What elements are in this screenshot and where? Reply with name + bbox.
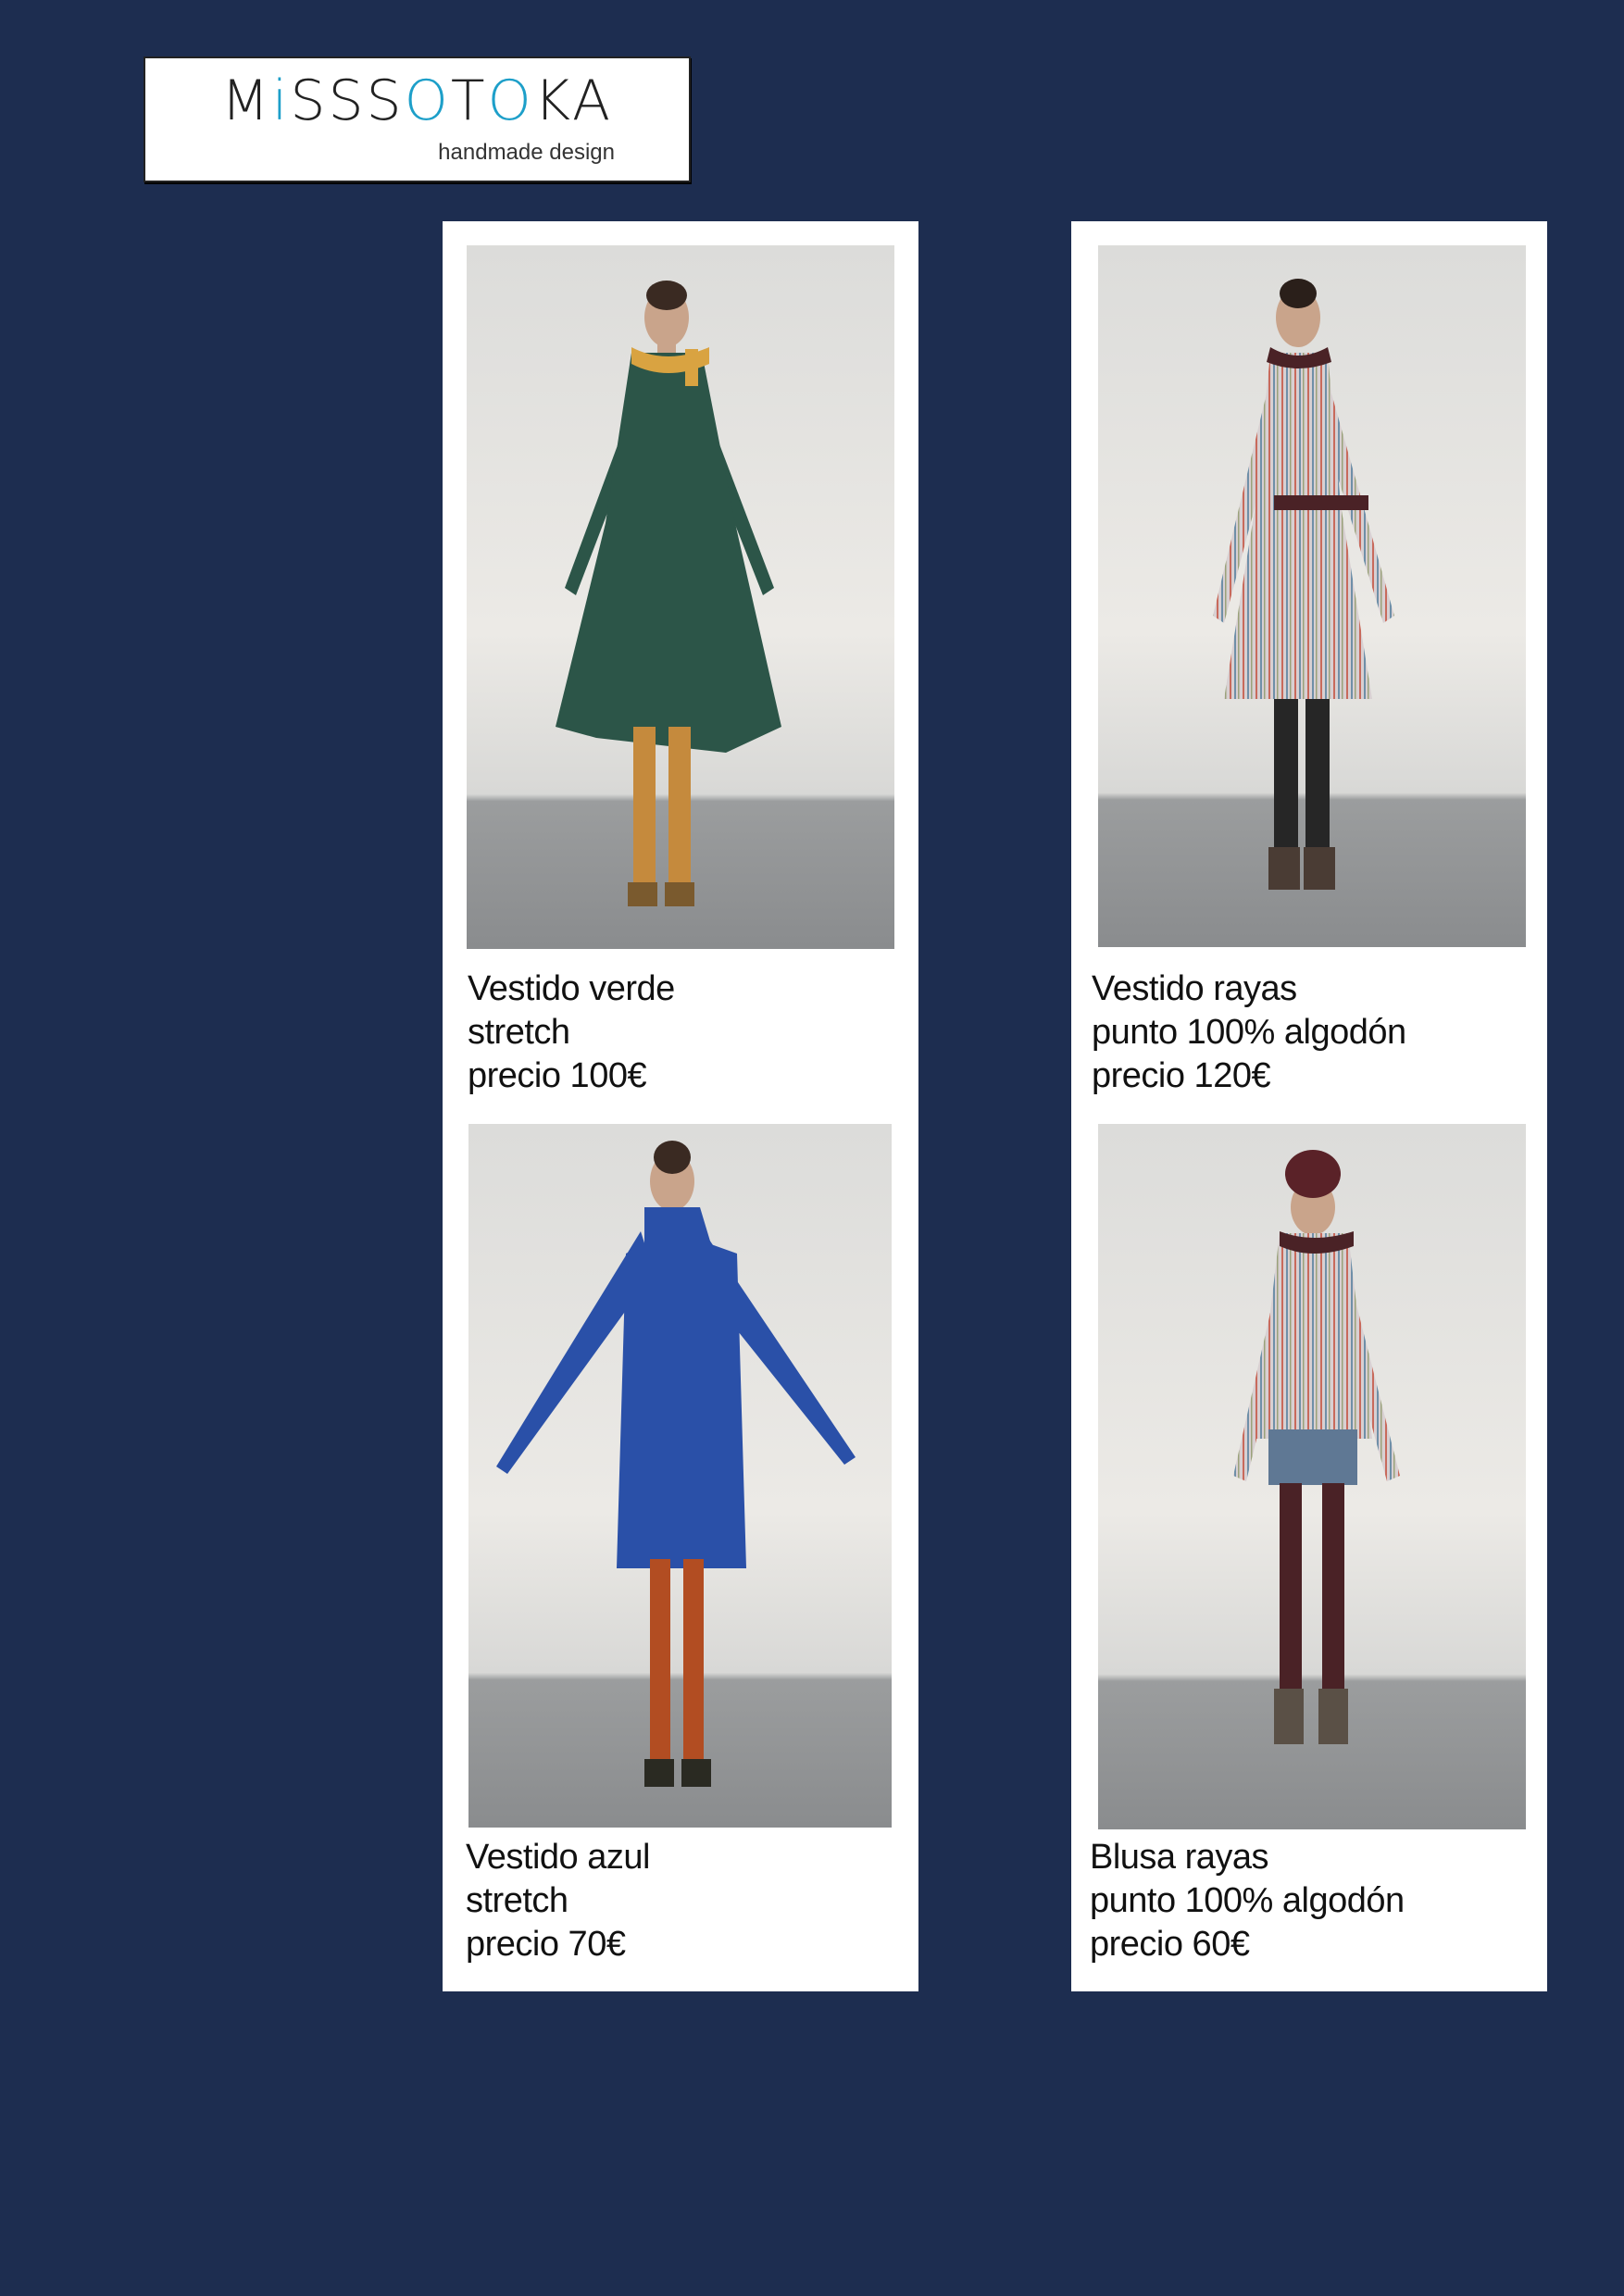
product-card-vestido-verde[interactable]: Vestido verde stretch precio 100€ <box>443 221 918 1110</box>
product-caption: Vestido verde stretch precio 100€ <box>468 967 675 1098</box>
product-card-blusa-rayas[interactable]: Blusa rayas punto 100% algodón precio 60… <box>1071 1124 1547 1991</box>
product-card-vestido-azul[interactable]: Vestido azul stretch precio 70€ <box>443 1124 918 1991</box>
model-figure-striped-blouse <box>1233 1150 1400 1744</box>
product-column-right: Vestido rayas punto 100% algodón precio … <box>1071 221 1547 1991</box>
product-photo[interactable] <box>468 1124 892 1828</box>
product-name: Vestido rayas <box>1092 969 1297 1008</box>
product-material: punto 100% algodón <box>1090 1881 1405 1920</box>
logo-wordmark: MiSSSOTOKA <box>220 69 614 133</box>
product-name: Vestido verde <box>468 969 675 1008</box>
product-photo[interactable] <box>1098 1124 1526 1829</box>
product-caption: Vestido rayas punto 100% algodón precio … <box>1092 967 1406 1098</box>
product-photo[interactable] <box>1098 245 1526 947</box>
product-photo[interactable] <box>467 245 894 949</box>
product-price: precio 100€ <box>468 1056 647 1095</box>
product-material: stretch <box>468 1013 570 1052</box>
product-price: precio 120€ <box>1092 1056 1271 1095</box>
product-caption: Vestido azul stretch precio 70€ <box>466 1836 650 1966</box>
model-figure-blue-dress <box>496 1141 856 1787</box>
product-name: Blusa rayas <box>1090 1838 1269 1877</box>
model-figure-green-dress <box>556 281 781 906</box>
product-price: precio 60€ <box>1090 1925 1250 1964</box>
product-column-left: Vestido verde stretch precio 100€ Vestid… <box>443 221 918 1991</box>
product-name: Vestido azul <box>466 1838 650 1877</box>
product-material: punto 100% algodón <box>1092 1013 1406 1052</box>
logo-tagline: handmade design <box>438 140 615 165</box>
product-price: precio 70€ <box>466 1925 626 1964</box>
model-figure-striped-dress <box>1213 279 1394 890</box>
product-card-vestido-rayas[interactable]: Vestido rayas punto 100% algodón precio … <box>1071 221 1547 1110</box>
product-material: stretch <box>466 1881 568 1920</box>
product-caption: Blusa rayas punto 100% algodón precio 60… <box>1090 1836 1405 1966</box>
brand-logo: MiSSSOTOKA handmade design <box>144 56 691 182</box>
